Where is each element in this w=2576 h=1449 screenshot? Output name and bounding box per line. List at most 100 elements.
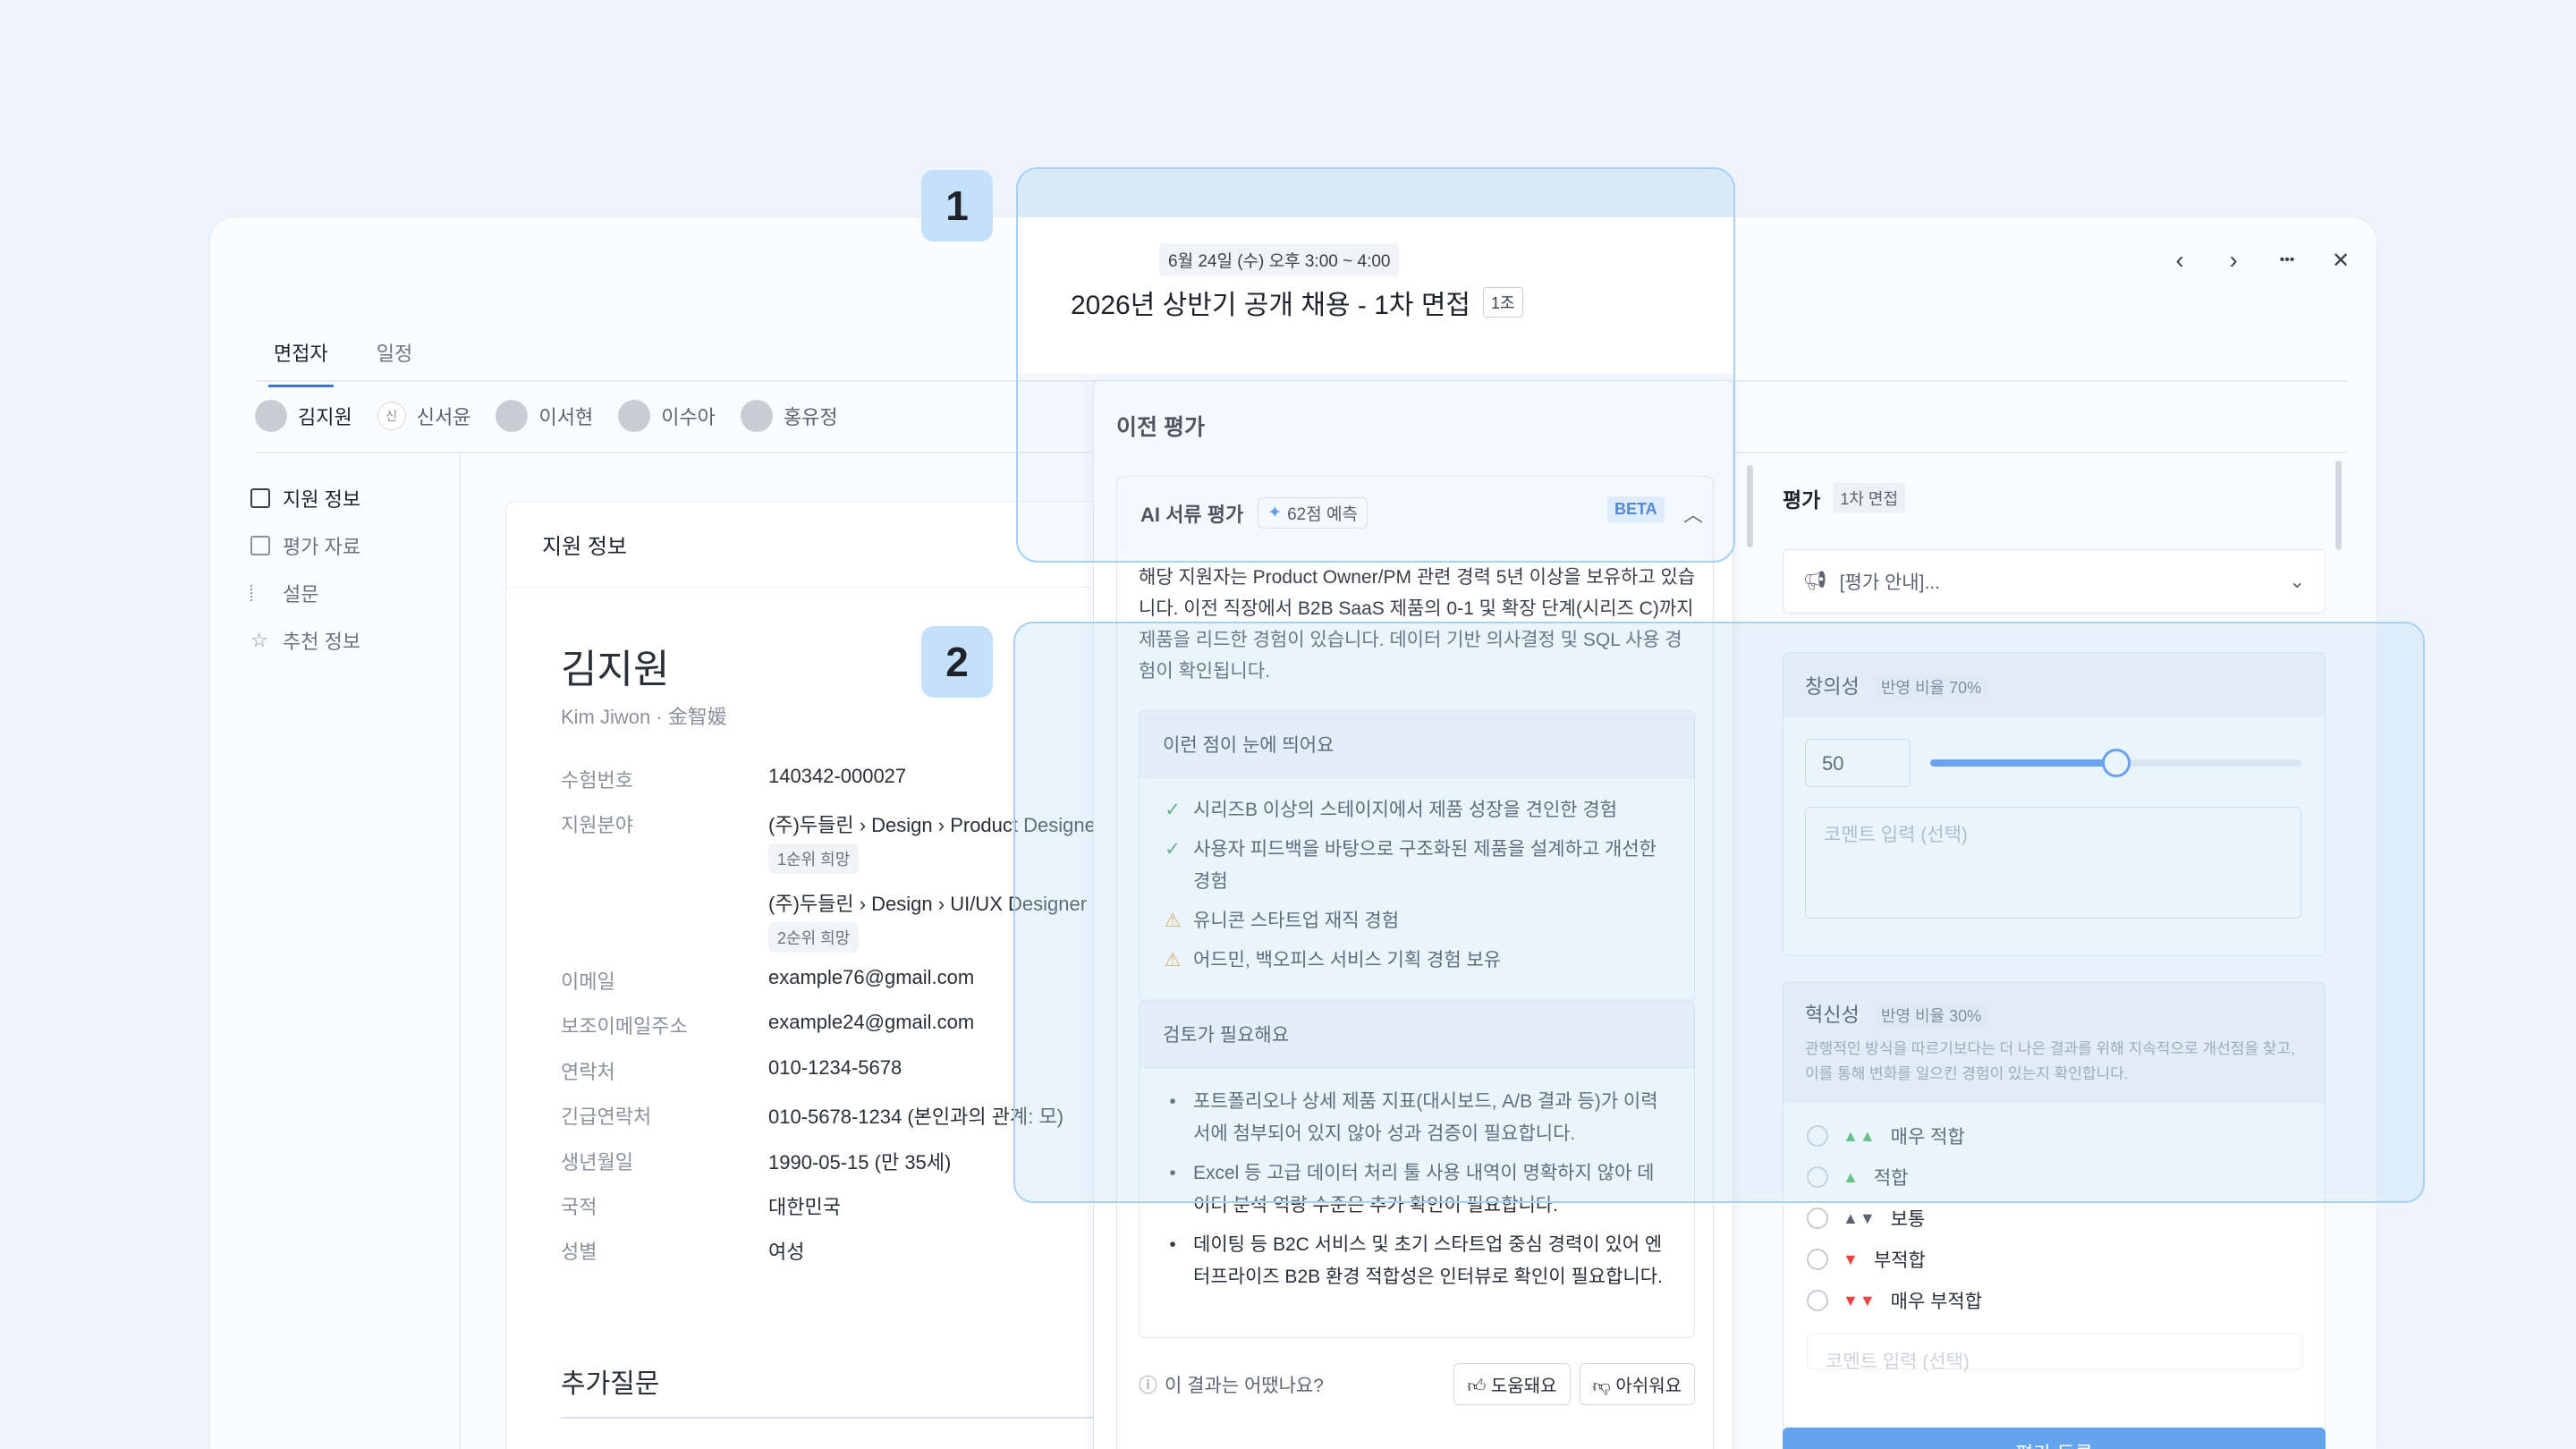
- thumbs-down-icon: ▼: [1843, 1250, 1860, 1268]
- guide-label: [평가 안내]...: [1839, 572, 1940, 593]
- interview-date: 6월 24일 (수) 오후 3:00 ~ 4:00: [1159, 243, 1400, 276]
- info-label: 지원분야: [561, 814, 633, 836]
- top-tabs: 면접자 일정: [268, 331, 418, 387]
- rating-option[interactable]: ▼▼ 매우 부적합: [1807, 1280, 2301, 1321]
- sidebar-item-referral[interactable]: ☆ 추천 정보: [248, 616, 458, 664]
- evaluation-title: 평가: [1783, 488, 1821, 512]
- info-value: example24@gmail.com: [768, 1011, 975, 1033]
- sidebar-item-label: 지원 정보: [283, 487, 361, 511]
- preference-badge: 2순위 희망: [768, 922, 860, 953]
- evaluation-header: 평가 1차 면접: [1783, 483, 1906, 513]
- additional-divider: [561, 1417, 1133, 1419]
- double-thumbs-down-icon: ▼▼: [1843, 1291, 1877, 1309]
- info-label: 연락처: [561, 1061, 615, 1083]
- interview-title: 2026년 상반기 공개 채용 - 1차 면접: [1071, 291, 1471, 320]
- bullet-icon: •: [1169, 1234, 1176, 1255]
- submit-evaluation-button[interactable]: 평가 등록: [1783, 1428, 2326, 1449]
- candidate-name: 이수아: [661, 406, 716, 428]
- star-icon: ☆: [250, 628, 268, 651]
- preference-badge: 1순위 희망: [768, 843, 860, 874]
- candidate-item[interactable]: 이수아: [618, 400, 716, 432]
- candidate-name: 김지원: [298, 406, 352, 428]
- sidebar-item-survey[interactable]: 설문: [248, 569, 458, 616]
- scrollbar[interactable]: [1747, 465, 1753, 547]
- candidate-name: 홍유정: [783, 406, 838, 428]
- avatar: [496, 400, 529, 432]
- avatar: [618, 400, 651, 432]
- sidebar-item-label: 추천 정보: [283, 630, 361, 653]
- applicant-name: 김지원: [561, 648, 670, 691]
- megaphone-icon: 📢︎: [1803, 571, 1827, 591]
- candidate-name: 신서윤: [416, 406, 471, 428]
- list-item-text: 데이팅 등 B2C 서비스 및 초기 스타트업 중심 경력이 있어 엔터프라이즈…: [1193, 1234, 1663, 1287]
- radio[interactable]: [1807, 1249, 1828, 1270]
- tab-schedule[interactable]: 일정: [371, 331, 418, 387]
- info-value: example76@gmail.com: [768, 966, 975, 988]
- evaluation-guide-dropdown[interactable]: 📢︎ [평가 안내]... ⌄: [1783, 549, 2326, 614]
- avatar: [255, 400, 287, 432]
- comment-field[interactable]: 코멘트 입력 (선택): [1807, 1334, 2303, 1372]
- stage-badge: 1차 면접: [1833, 483, 1906, 513]
- info-value: 1990-05-15 (만 35세): [768, 1151, 952, 1174]
- info-label: 보조이메일주소: [561, 1015, 688, 1038]
- applicant-name-sub: Kim Jiwon · 金智媛: [561, 706, 727, 728]
- rating-label: 부적합: [1873, 1250, 1926, 1271]
- folder-icon: [250, 535, 270, 555]
- callout-badge-2: 2: [921, 626, 993, 698]
- not-helpful-label: 아쉬워요: [1615, 1377, 1682, 1396]
- next-icon[interactable]: ›: [2222, 246, 2245, 274]
- rating-option[interactable]: ▲▼ 보통: [1807, 1198, 2301, 1239]
- info-label: 성별: [561, 1241, 597, 1263]
- info-label: 수험번호: [561, 769, 633, 792]
- helpful-label: 도움돼요: [1490, 1377, 1557, 1396]
- scrollbar[interactable]: [2335, 461, 2342, 550]
- callout-header-band: [1018, 169, 1733, 217]
- candidate-item[interactable]: 김지원: [255, 400, 352, 432]
- avatar: 신: [377, 402, 406, 430]
- sidebar-item-label: 평가 자료: [283, 535, 361, 558]
- info-value: 010-1234-5678: [768, 1056, 902, 1079]
- thumbs-neutral-icon: ▲▼: [1843, 1208, 1877, 1227]
- group-badge: 1조: [1483, 287, 1523, 318]
- candidate-name: 이서현: [538, 406, 594, 428]
- sidebar-item-materials[interactable]: 평가 자료: [248, 521, 458, 569]
- rating-label: 매우 부적합: [1890, 1292, 1983, 1312]
- callout-highlight-2: [1013, 622, 2425, 1203]
- avatar: [740, 400, 773, 432]
- thumbs-up-icon: 👍︎: [1467, 1377, 1487, 1396]
- chevron-down-icon: ⌄: [2289, 571, 2305, 592]
- info-value: 140342-000027: [768, 765, 907, 787]
- additional-questions-title: 추가질문: [561, 1369, 660, 1399]
- tab-interviewee[interactable]: 면접자: [268, 331, 334, 387]
- helpful-button[interactable]: 👍︎ 도움돼요: [1453, 1363, 1571, 1405]
- info-value: 대한민국: [768, 1196, 841, 1218]
- interview-title-row: 2026년 상반기 공개 채용 - 1차 면접 1조: [1071, 283, 1523, 322]
- info-label: 생년월일: [561, 1151, 633, 1174]
- help-icon: ⓘ: [1139, 1375, 1157, 1396]
- radio[interactable]: [1807, 1290, 1828, 1311]
- candidate-item[interactable]: 신 신서윤: [377, 402, 471, 430]
- more-icon[interactable]: •••: [2275, 249, 2299, 272]
- candidate-item[interactable]: 홍유정: [740, 400, 838, 432]
- feedback-question: 이 결과는 어땠나요?: [1165, 1375, 1324, 1396]
- info-label: 긴급연락처: [561, 1106, 652, 1128]
- info-label: 이메일: [561, 970, 615, 993]
- sidebar-item-application[interactable]: 지원 정보: [248, 474, 458, 521]
- list-icon: [250, 582, 270, 603]
- not-helpful-button[interactable]: 👎︎ 아쉬워요: [1579, 1363, 1695, 1405]
- rating-option[interactable]: ▼ 부적합: [1807, 1239, 2301, 1280]
- sidebar-item-label: 설문: [283, 582, 319, 606]
- prev-icon[interactable]: ‹: [2168, 246, 2191, 274]
- list-item: • 데이팅 등 B2C 서비스 및 초기 스타트업 중심 경력이 있어 엔터프라이…: [1163, 1229, 1671, 1293]
- info-label: 국적: [561, 1196, 597, 1218]
- thumbs-down-icon: 👎︎: [1592, 1377, 1611, 1396]
- window-nav: ‹ › ••• ✕: [2168, 246, 2352, 274]
- sidebar-divider: [459, 452, 461, 1449]
- sidebar: 지원 정보 평가 자료 설문 ☆ 추천 정보: [248, 474, 458, 664]
- close-icon[interactable]: ✕: [2329, 249, 2352, 273]
- info-value: 여성: [768, 1241, 805, 1263]
- candidate-item[interactable]: 이서현: [496, 400, 593, 432]
- radio[interactable]: [1807, 1208, 1828, 1229]
- callout-badge-1: 1: [921, 170, 993, 242]
- document-icon: [250, 487, 270, 508]
